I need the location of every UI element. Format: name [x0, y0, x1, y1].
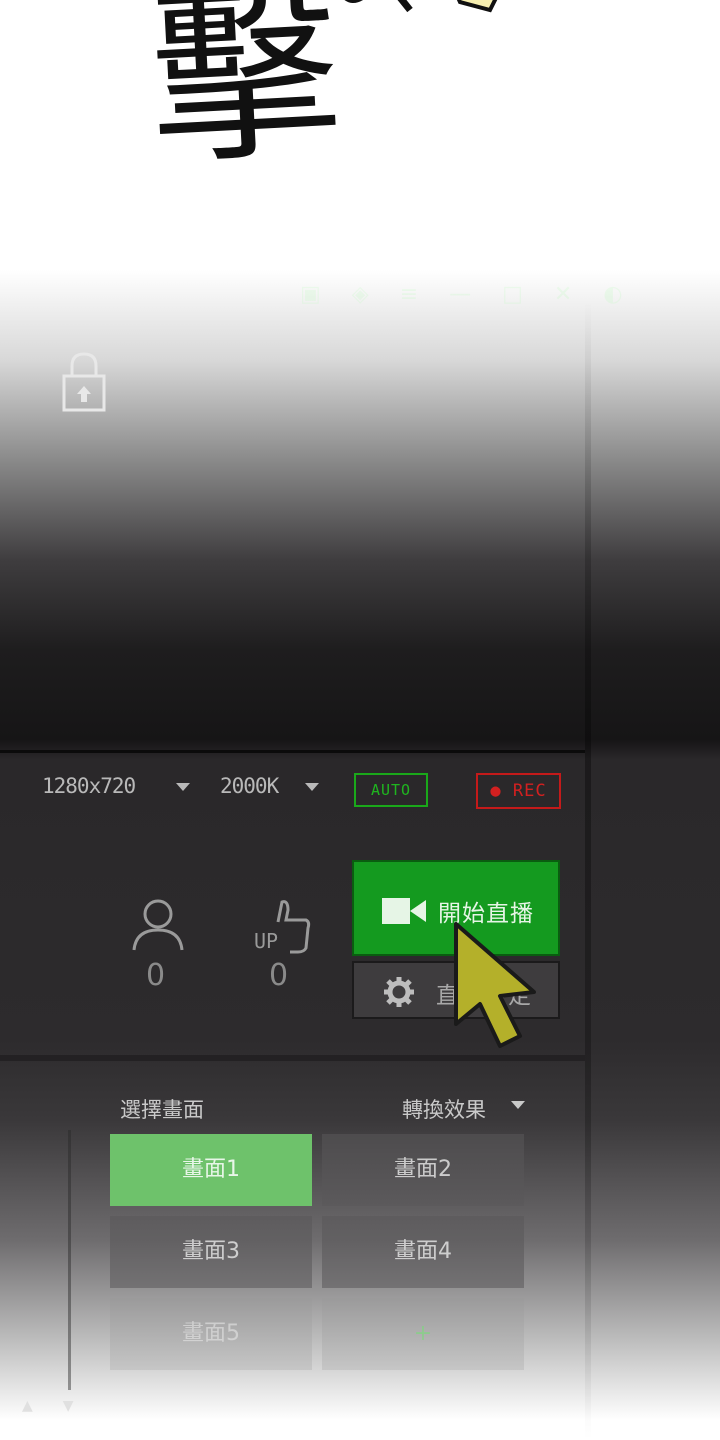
- transition-effect-select[interactable]: 轉換效果: [402, 1094, 486, 1124]
- like-icon-text: UP: [254, 929, 278, 953]
- scene-tile-4[interactable]: 畫面4: [322, 1216, 524, 1288]
- scene-preview-frame: [0, 1130, 71, 1390]
- viewer-icon: [132, 899, 184, 951]
- scene-tile-1[interactable]: 畫面1: [110, 1134, 312, 1206]
- chevron-down-icon[interactable]: [176, 783, 190, 791]
- add-scene-button[interactable]: +: [322, 1298, 524, 1370]
- mouse-cursor-icon: [454, 922, 536, 1048]
- side-panel-edge: [585, 300, 591, 1440]
- chevron-down-icon[interactable]: [305, 783, 319, 791]
- gear-icon: [384, 977, 414, 1007]
- video-camera-icon: [382, 898, 426, 924]
- scene-select-title: 選擇畫面: [120, 1098, 204, 1122]
- section-divider: [0, 1055, 585, 1061]
- faded-toolbar-icons: ▣ ◈ ≡ — □ ✕ ◐: [300, 282, 635, 307]
- sfx-stroke-mark: [344, 0, 498, 13]
- thumbs-up-icon: UP: [254, 900, 311, 954]
- like-count: 0: [269, 958, 289, 993]
- comic-sound-effect: 擊: [144, 0, 346, 192]
- auto-toggle-button[interactable]: AUTO: [354, 773, 428, 807]
- preview-border: [0, 750, 585, 753]
- lock-icon[interactable]: [60, 350, 108, 414]
- scene-tile-2[interactable]: 畫面2: [322, 1134, 524, 1206]
- resolution-select[interactable]: 1280x720: [42, 774, 136, 798]
- chevron-down-icon[interactable]: [511, 1101, 525, 1109]
- scene-tile-5[interactable]: 畫面5: [110, 1298, 312, 1370]
- bitrate-select[interactable]: 2000K: [220, 774, 279, 798]
- scene-tile-3[interactable]: 畫面3: [110, 1216, 312, 1288]
- scroll-arrows[interactable]: ▲▼: [22, 1398, 104, 1414]
- record-button[interactable]: ● REC: [476, 773, 561, 809]
- viewer-count: 0: [146, 958, 166, 993]
